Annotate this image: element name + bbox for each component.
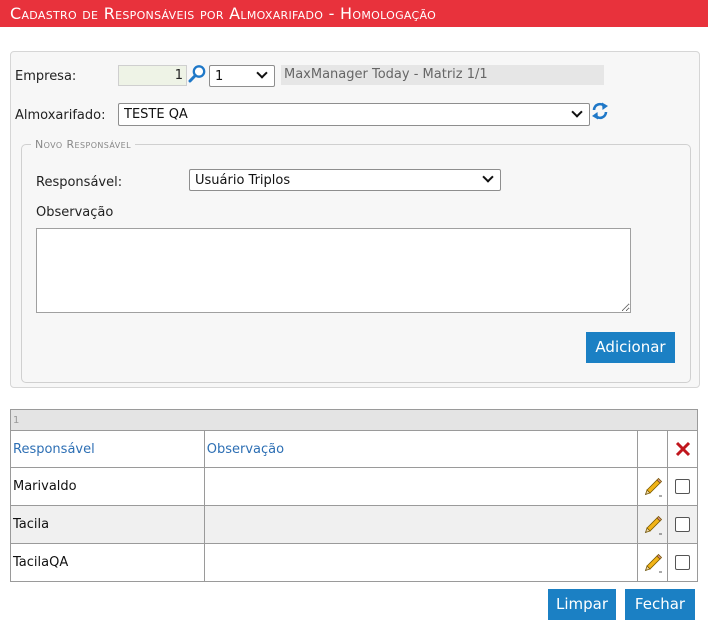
pager-row: 1 bbox=[10, 409, 698, 431]
responsaveis-table: 1 Responsável Observação Marivaldo Tacil… bbox=[10, 409, 698, 582]
cell-observacao bbox=[203, 467, 639, 506]
cell-edit bbox=[637, 543, 668, 582]
cell-select bbox=[667, 543, 698, 582]
cell-edit bbox=[637, 505, 668, 544]
column-header-edit bbox=[637, 430, 668, 468]
empresa-label: Empresa: bbox=[15, 69, 77, 84]
responsavel-select-wrap: Usuário Triplos bbox=[189, 169, 501, 191]
empresa-select[interactable]: 1 bbox=[209, 65, 275, 87]
refresh-icon[interactable] bbox=[591, 101, 609, 125]
responsaveis-grid: 1 Responsável Observação Marivaldo Tacil… bbox=[10, 409, 698, 582]
column-header-delete bbox=[667, 430, 698, 468]
page-title: Cadastro de Responsáveis por Almoxarifad… bbox=[0, 0, 708, 27]
column-header-responsavel[interactable]: Responsável bbox=[10, 430, 205, 468]
empresa-select-wrap: 1 bbox=[209, 65, 275, 87]
limpar-button[interactable]: Limpar bbox=[548, 589, 616, 620]
column-header-observacao[interactable]: Observação bbox=[203, 430, 639, 468]
cell-edit bbox=[637, 467, 668, 506]
almoxarifado-select-wrap: TESTE QA bbox=[118, 103, 590, 126]
cell-select bbox=[667, 467, 698, 506]
row-checkbox[interactable] bbox=[675, 517, 690, 532]
cell-select bbox=[667, 505, 698, 544]
cell-responsavel: TacilaQA bbox=[10, 543, 205, 582]
table-row: Tacila bbox=[10, 505, 698, 544]
empresa-name-display: MaxManager Today - Matriz 1/1 bbox=[281, 65, 604, 85]
responsavel-label: Responsável: bbox=[36, 175, 123, 190]
filter-panel: Empresa: 1 1 MaxManager Today - Matriz 1… bbox=[10, 51, 700, 388]
novo-responsavel-legend: Novo Responsável bbox=[35, 138, 131, 151]
table-header-row: Responsável Observação bbox=[10, 430, 698, 468]
cell-observacao bbox=[203, 505, 639, 544]
cell-observacao bbox=[203, 543, 639, 582]
pencil-icon[interactable] bbox=[643, 477, 663, 496]
table-row: Marivaldo bbox=[10, 467, 698, 506]
responsavel-select[interactable]: Usuário Triplos bbox=[189, 169, 501, 191]
row-checkbox[interactable] bbox=[675, 555, 690, 570]
observacao-textarea[interactable] bbox=[36, 228, 631, 313]
observacao-label: Observação bbox=[36, 205, 114, 220]
delete-icon[interactable] bbox=[675, 441, 691, 457]
almoxarifado-select[interactable]: TESTE QA bbox=[118, 103, 590, 126]
empresa-code-field[interactable]: 1 bbox=[118, 65, 187, 86]
pencil-icon[interactable] bbox=[643, 515, 663, 534]
pencil-icon[interactable] bbox=[643, 553, 663, 572]
table-row: TacilaQA bbox=[10, 543, 698, 582]
fechar-button[interactable]: Fechar bbox=[625, 589, 695, 620]
page-number[interactable]: 1 bbox=[10, 409, 698, 431]
adicionar-button[interactable]: Adicionar bbox=[586, 332, 675, 363]
cell-responsavel: Tacila bbox=[10, 505, 205, 544]
search-icon[interactable] bbox=[188, 64, 207, 87]
row-checkbox[interactable] bbox=[675, 479, 690, 494]
cell-responsavel: Marivaldo bbox=[10, 467, 205, 506]
almoxarifado-label: Almoxarifado: bbox=[15, 108, 106, 123]
